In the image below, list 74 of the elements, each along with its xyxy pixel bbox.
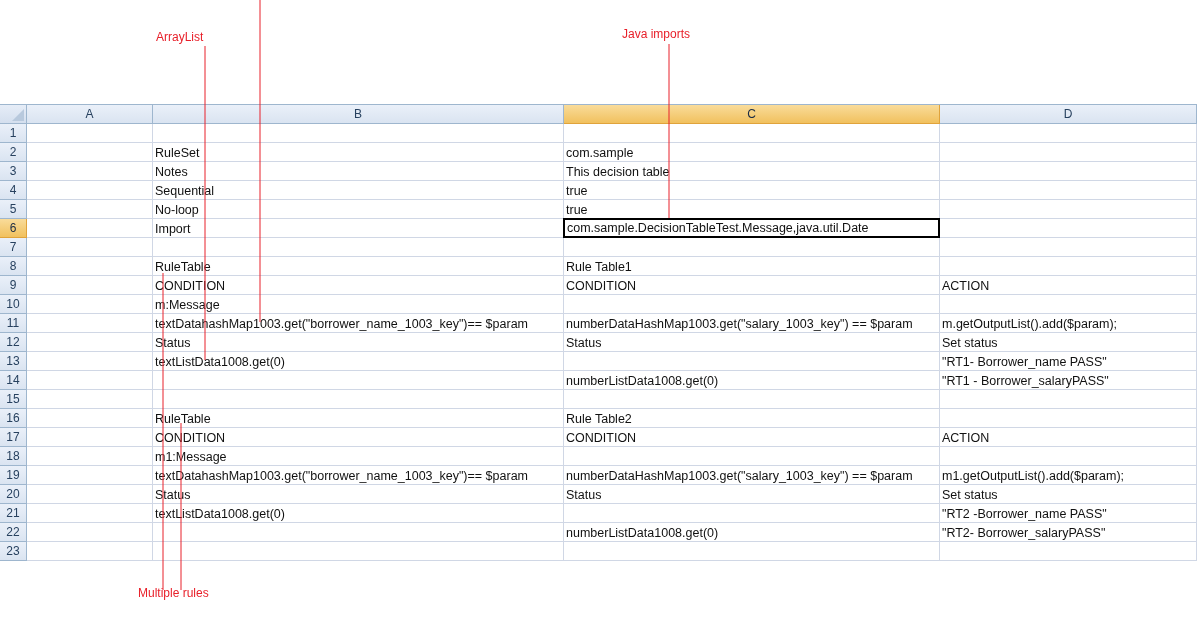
table-cell: Status [153,485,564,504]
select-all-button[interactable] [0,105,27,124]
row-header[interactable]: 23 [0,542,27,561]
table-cell: m1.getOutputList().add($param); [940,466,1197,485]
row-header[interactable]: 2 [0,143,27,162]
table-cell: m.getOutputList().add($param); [940,314,1197,333]
table-cell: true [564,200,940,219]
table-cell: No-loop [153,200,564,219]
select-all-icon [12,109,24,121]
table-cell: m1:Message [153,447,564,466]
table-cell: m:Message [153,295,564,314]
table-cell: Status [153,333,564,352]
row-header[interactable]: 10 [0,295,27,314]
row-header[interactable]: 14 [0,371,27,390]
table-cell: Import [153,219,564,238]
table-cell: textDatahashMap1003.get("borrower_name_1003_key")== $param [153,466,564,485]
table-cell: RuleTable [153,257,564,276]
table-cell: Rule Table1 [564,257,940,276]
column-header[interactable]: A [27,105,153,124]
table-cell: ACTION [940,428,1197,447]
row-header[interactable]: 3 [0,162,27,181]
table-cell: numberDataHashMap1003.get("salary_1003_key") == $param [564,314,940,333]
row-header[interactable]: 13 [0,352,27,371]
row-header[interactable]: 12 [0,333,27,352]
table-cell: true [564,181,940,200]
table-cell: CONDITION [153,428,564,447]
table-cell: numberListData1008.get(0) [564,523,940,542]
row-header[interactable]: 19 [0,466,27,485]
table-cell: Set status [940,485,1197,504]
table-cell: "RT1- Borrower_name PASS" [940,352,1197,371]
table-cell: "RT2- Borrower_salaryPASS" [940,523,1197,542]
table-cell: Set status [940,333,1197,352]
table-cell: textDatahashMap1003.get("borrower_name_1003_key")== $param [153,314,564,333]
row-header[interactable]: 5 [0,200,27,219]
row-header[interactable]: 9 [0,276,27,295]
row-header[interactable]: 21 [0,504,27,523]
table-cell: textListData1008.get(0) [153,504,564,523]
annotation-label: Java imports [622,27,691,41]
row-header[interactable]: 20 [0,485,27,504]
row-header[interactable]: 1 [0,124,27,143]
table-cell: ACTION [940,276,1197,295]
column-header[interactable]: D [940,105,1197,124]
table-cell: com.sample [564,143,940,162]
row-header[interactable]: 17 [0,428,27,447]
table-cell: CONDITION [153,276,564,295]
row-header[interactable]: 7 [0,238,27,257]
row-header[interactable]: 6 [0,219,27,238]
table-cell: textListData1008.get(0) [153,352,564,371]
table-cell: Sequential [153,181,564,200]
table-cell: This decision table [564,162,940,181]
annotation-label: ArrayList [156,30,204,44]
table-cell: CONDITION [564,276,940,295]
row-header[interactable]: 18 [0,447,27,466]
table-cell: Notes [153,162,564,181]
row-header[interactable]: 16 [0,409,27,428]
active-cell[interactable]: com.sample.DecisionTableTest.Message,java.util.Date [563,218,940,238]
table-cell: Status [564,485,940,504]
annotation-label: Multiple rules [138,586,209,600]
row-header[interactable]: 11 [0,314,27,333]
row-header[interactable]: 15 [0,390,27,409]
table-cell: Rule Table2 [564,409,940,428]
table-cell: RuleSet [153,143,564,162]
column-header[interactable]: C [564,105,940,124]
row-header[interactable]: 8 [0,257,27,276]
table-cell: Status [564,333,940,352]
column-header[interactable]: B [153,105,564,124]
table-cell: RuleTable [153,409,564,428]
table-cell: "RT1 - Borrower_salaryPASS" [940,371,1197,390]
table-cell: numberDataHashMap1003.get("salary_1003_key") == $param [564,466,940,485]
row-header[interactable]: 4 [0,181,27,200]
table-cell: CONDITION [564,428,940,447]
table-cell: numberListData1008.get(0) [564,371,940,390]
table-cell: "RT2 -Borrower_name PASS" [940,504,1197,523]
row-header[interactable]: 22 [0,523,27,542]
